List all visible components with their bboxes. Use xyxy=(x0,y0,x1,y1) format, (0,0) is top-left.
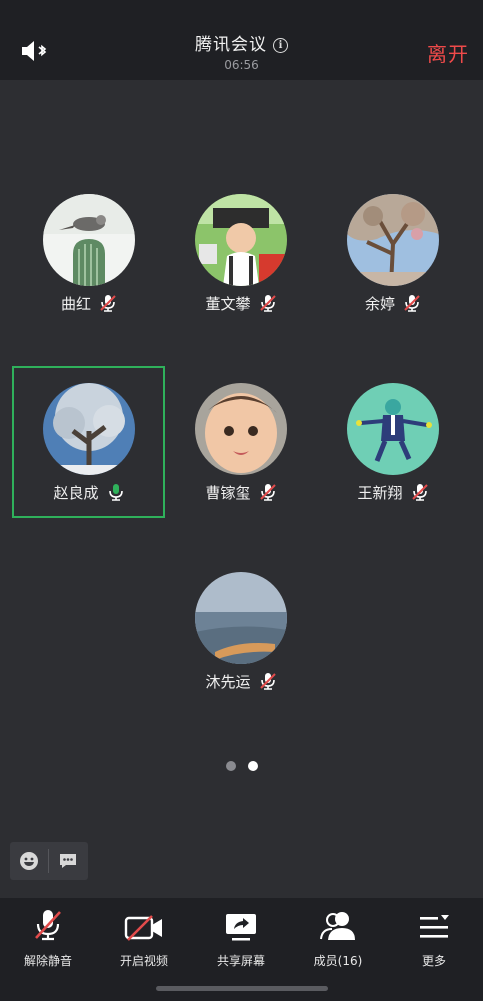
home-indicator[interactable] xyxy=(156,986,328,991)
members-button[interactable]: 成员(16) xyxy=(290,906,386,969)
participant-tile[interactable]: 董文攀 xyxy=(166,194,316,314)
page-dot[interactable] xyxy=(225,761,236,771)
participant-tile[interactable]: 沐先运 xyxy=(166,572,316,692)
participant-name: 沐先运 xyxy=(205,672,251,691)
mic-muted-icon xyxy=(100,295,116,312)
avatar xyxy=(43,383,135,475)
page-dot-current[interactable] xyxy=(247,761,258,771)
participant-name: 余婷 xyxy=(364,294,395,313)
emoji-button[interactable] xyxy=(10,842,48,880)
mic-active-icon xyxy=(108,484,123,501)
avatar xyxy=(347,194,439,286)
meeting-timer: 06:56 xyxy=(224,58,259,72)
share-screen-icon xyxy=(226,914,256,941)
participant-name: 曹镓玺 xyxy=(205,483,251,502)
emoji-icon xyxy=(20,852,38,870)
info-icon[interactable]: i xyxy=(273,38,288,53)
title-area[interactable]: 腾讯会议 i xyxy=(0,30,483,55)
more-button[interactable]: 更多 xyxy=(386,906,482,969)
participant-name: 赵良成 xyxy=(53,483,99,502)
unmute-button[interactable]: 解除静音 xyxy=(0,906,96,969)
participant-tile[interactable]: 曹镓玺 xyxy=(166,383,316,503)
start-video-label: 开启视频 xyxy=(119,954,168,968)
leave-button[interactable]: 离开 xyxy=(427,38,469,67)
participant-name: 董文攀 xyxy=(205,294,251,313)
start-video-button[interactable]: 开启视频 xyxy=(96,906,192,969)
mic-muted-icon xyxy=(259,295,276,312)
video-off-icon xyxy=(124,915,162,941)
share-screen-label: 共享屏幕 xyxy=(216,954,265,968)
participant-tile[interactable]: 曲红 xyxy=(14,194,164,314)
mic-muted-icon xyxy=(259,484,276,501)
page-indicator[interactable] xyxy=(0,756,483,775)
avatar xyxy=(195,572,287,664)
mic-muted-icon xyxy=(35,910,61,941)
share-screen-button[interactable]: 共享屏幕 xyxy=(193,906,289,969)
participant-name: 王新翔 xyxy=(357,483,403,502)
meeting-title: 腾讯会议 xyxy=(195,35,267,55)
avatar xyxy=(347,383,439,475)
unmute-label: 解除静音 xyxy=(23,954,72,968)
more-label: 更多 xyxy=(421,954,446,968)
chat-icon xyxy=(60,854,76,868)
members-label: 成员(16) xyxy=(313,954,363,968)
reaction-panel xyxy=(10,842,88,880)
avatar xyxy=(43,194,135,286)
avatar xyxy=(195,194,287,286)
participant-tile[interactable]: 赵良成 xyxy=(14,383,164,503)
more-menu-icon xyxy=(420,915,449,938)
mic-muted-icon xyxy=(411,484,428,501)
top-bar: 腾讯会议 i 06:56 离开 xyxy=(0,0,483,80)
avatar xyxy=(195,383,287,475)
participant-tile[interactable]: 余婷 xyxy=(318,194,468,314)
mic-muted-icon xyxy=(404,295,420,312)
participant-name: 曲红 xyxy=(60,294,91,313)
participant-tile[interactable]: 王新翔 xyxy=(318,383,468,503)
chat-button[interactable] xyxy=(49,842,87,880)
members-icon xyxy=(320,912,355,940)
mic-muted-icon xyxy=(259,673,276,690)
